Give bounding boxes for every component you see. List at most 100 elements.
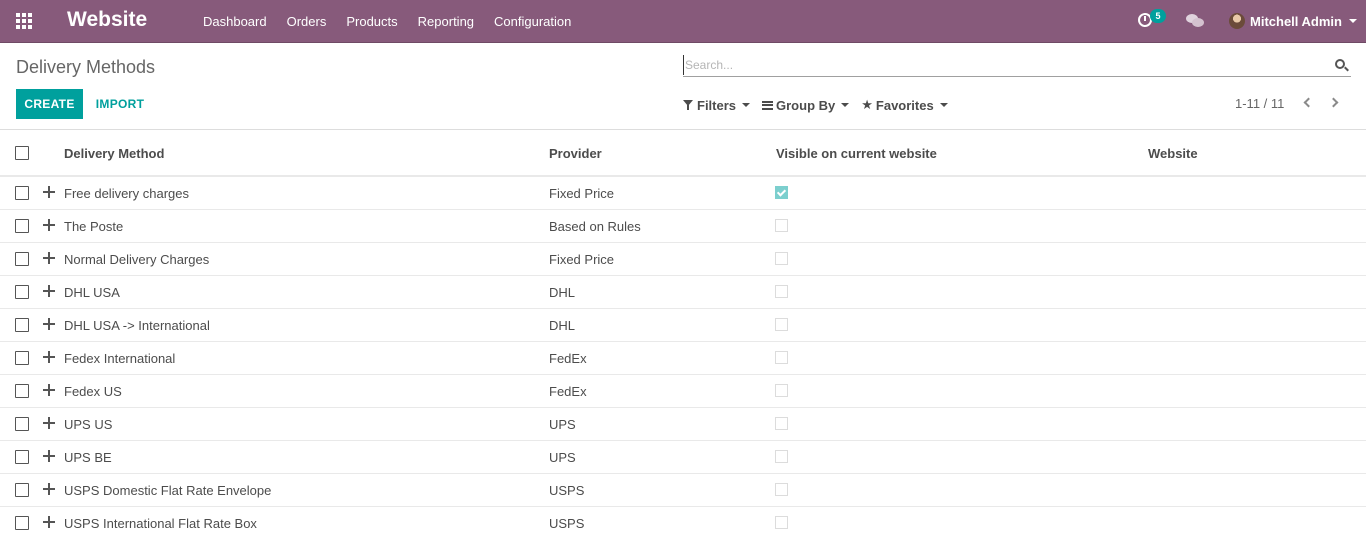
row-checkbox[interactable]: [15, 450, 29, 464]
row-checkbox[interactable]: [15, 318, 29, 332]
delivery-method-name: DHL USA -> International: [64, 318, 210, 333]
pager-next-button[interactable]: [1328, 96, 1340, 110]
select-all-checkbox[interactable]: [15, 146, 29, 160]
provider-name: FedEx: [549, 384, 587, 399]
star-icon: ★: [861, 97, 873, 113]
row-checkbox[interactable]: [15, 285, 29, 299]
table-row[interactable]: USPS Domestic Flat Rate Envelope USPS: [0, 474, 1366, 507]
delivery-method-name: UPS US: [64, 417, 113, 432]
visible-checkbox: [775, 219, 788, 232]
row-checkbox[interactable]: [15, 351, 29, 365]
page-title: Delivery Methods: [16, 57, 156, 77]
drag-handle-icon[interactable]: [43, 450, 55, 462]
drag-handle-icon[interactable]: [43, 351, 55, 363]
table-row[interactable]: UPS US UPS: [0, 408, 1366, 441]
activity-button[interactable]: 5: [1138, 9, 1168, 31]
delivery-method-name: UPS BE: [64, 450, 112, 465]
table-row[interactable]: USPS International Flat Rate Box USPS: [0, 507, 1366, 535]
search-icon[interactable]: [1335, 59, 1349, 72]
filter-icon: [683, 100, 693, 110]
favorites-dropdown[interactable]: ★ Favorites: [861, 97, 948, 113]
row-checkbox[interactable]: [15, 417, 29, 431]
column-header-visible[interactable]: Visible on current website: [776, 146, 937, 161]
avatar: [1229, 13, 1245, 29]
provider-name: DHL: [549, 318, 576, 333]
chat-icon[interactable]: [1186, 13, 1204, 29]
drag-handle-icon[interactable]: [43, 384, 55, 396]
table-row[interactable]: DHL USA DHL: [0, 276, 1366, 309]
drag-handle-icon[interactable]: [43, 252, 55, 264]
pager-previous-button[interactable]: [1302, 96, 1314, 110]
favorites-label: Favorites: [875, 97, 934, 113]
row-checkbox[interactable]: [15, 516, 29, 530]
drag-handle-icon[interactable]: [43, 417, 55, 429]
main-menu: Dashboard Orders Products Reporting Conf…: [193, 0, 581, 43]
table-row[interactable]: Fedex International FedEx: [0, 342, 1366, 375]
pager-value[interactable]: 1-11 / 11: [1235, 96, 1284, 111]
table-body: Free delivery charges Fixed Price The Post…: [0, 177, 1366, 535]
apps-menu-icon[interactable]: [16, 13, 34, 29]
menu-item-products[interactable]: Products: [336, 0, 407, 43]
import-button[interactable]: IMPORT: [89, 89, 151, 119]
visible-checkbox: [775, 186, 788, 199]
table-row[interactable]: Normal Delivery Charges Fixed Price: [0, 243, 1366, 276]
caret-down-icon: [939, 103, 948, 107]
filters-dropdown[interactable]: Filters: [683, 98, 751, 113]
drag-handle-icon[interactable]: [43, 516, 55, 528]
drag-handle-icon[interactable]: [43, 483, 55, 495]
caret-down-icon: [1348, 19, 1357, 23]
delivery-method-name: Fedex International: [64, 351, 176, 366]
top-navbar: Website Dashboard Orders Products Report…: [0, 0, 1366, 43]
group-by-label: Group By: [776, 97, 836, 113]
row-checkbox[interactable]: [15, 384, 29, 398]
delivery-method-name: DHL USA: [64, 285, 120, 300]
visible-checkbox: [775, 417, 788, 430]
create-button[interactable]: CREATE: [16, 89, 83, 119]
table-row[interactable]: UPS BE UPS: [0, 441, 1366, 474]
app-brand[interactable]: Website: [67, 8, 147, 32]
table-row[interactable]: Fedex US FedEx: [0, 375, 1366, 408]
table-row[interactable]: DHL USA -> International DHL: [0, 309, 1366, 342]
drag-handle-icon[interactable]: [43, 219, 55, 231]
table-row[interactable]: Free delivery charges Fixed Price: [0, 177, 1366, 210]
delivery-method-name: The Poste: [64, 219, 124, 234]
delivery-method-name: USPS International Flat Rate Box: [64, 516, 257, 531]
column-header-delivery-method[interactable]: Delivery Method: [64, 146, 164, 161]
provider-name: UPS: [549, 450, 576, 465]
provider-name: USPS: [549, 516, 585, 531]
menu-item-reporting[interactable]: Reporting: [408, 0, 484, 43]
activity-count-badge: 5: [1150, 9, 1166, 23]
menu-item-orders[interactable]: Orders: [277, 0, 337, 43]
chevron-left-icon: [1303, 97, 1314, 108]
column-header-provider[interactable]: Provider: [549, 146, 602, 161]
provider-name: Based on Rules: [549, 219, 641, 234]
visible-checkbox: [775, 483, 788, 496]
user-menu[interactable]: Mitchell Admin: [1229, 11, 1357, 31]
caret-down-icon: [841, 103, 850, 107]
table-header: Delivery Method Provider Visible on curr…: [0, 130, 1366, 177]
drag-handle-icon[interactable]: [43, 285, 55, 297]
menu-item-configuration[interactable]: Configuration: [484, 0, 581, 43]
delivery-method-name: Fedex US: [64, 384, 122, 399]
visible-checkbox: [775, 252, 788, 265]
drag-handle-icon[interactable]: [43, 318, 55, 330]
delivery-method-name: USPS Domestic Flat Rate Envelope: [64, 483, 272, 498]
column-header-website[interactable]: Website: [1148, 146, 1198, 161]
delivery-method-name: Free delivery charges: [64, 186, 189, 201]
menu-item-dashboard[interactable]: Dashboard: [193, 0, 277, 43]
chevron-right-icon: [1328, 97, 1339, 108]
row-checkbox[interactable]: [15, 219, 29, 233]
delivery-method-name: Normal Delivery Charges: [64, 252, 210, 267]
provider-name: Fixed Price: [549, 252, 615, 267]
row-checkbox[interactable]: [15, 252, 29, 266]
table-row[interactable]: The Poste Based on Rules: [0, 210, 1366, 243]
drag-handle-icon[interactable]: [43, 186, 55, 198]
caret-down-icon: [742, 103, 751, 107]
row-checkbox[interactable]: [15, 483, 29, 497]
visible-checkbox: [775, 285, 788, 298]
row-checkbox[interactable]: [15, 186, 29, 200]
group-by-dropdown[interactable]: Group By: [762, 97, 850, 113]
bars-icon: [762, 100, 774, 110]
search-input[interactable]: [683, 55, 1323, 75]
search-bar: [683, 55, 1351, 77]
